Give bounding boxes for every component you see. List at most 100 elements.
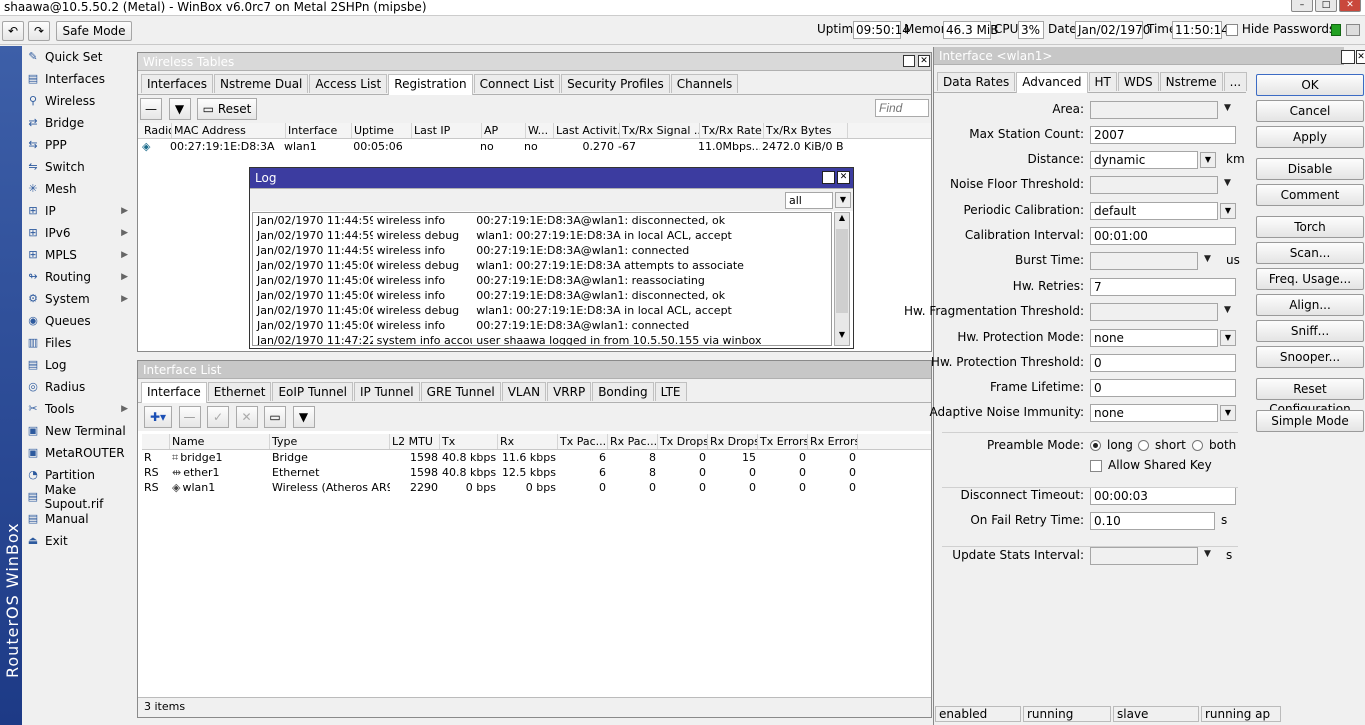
sidebar-item-wireless[interactable]: ⚲ Wireless — [22, 90, 136, 112]
restore-icon[interactable] — [903, 55, 915, 67]
column-header[interactable]: MAC Address — [172, 123, 286, 138]
log-entry[interactable]: Jan/02/1970 11:45:06 wireless info 00:27:1… — [253, 318, 831, 333]
input-cal-interval[interactable]: 00:01:00 — [1090, 227, 1236, 245]
tab-registration[interactable]: Registration — [388, 74, 473, 95]
column-header[interactable]: L2 MTU — [390, 434, 440, 449]
comment-button[interactable]: Comment — [1256, 184, 1364, 206]
log-entry[interactable]: Jan/02/1970 11:47:22system info accountu… — [253, 333, 831, 345]
enable-icon[interactable]: ✓ — [207, 406, 229, 428]
input-periodic-cal[interactable]: default — [1090, 202, 1218, 220]
sidebar-item-ip[interactable]: ⊞ IP ▶ — [22, 200, 136, 222]
input-hw-prot-thresh[interactable]: 0 — [1090, 354, 1236, 372]
reset-button[interactable]: ▭ Reset — [197, 98, 257, 120]
sidebar-item-new-terminal[interactable]: ▣ New Terminal — [22, 420, 136, 442]
input-max-station[interactable]: 2007 — [1090, 126, 1236, 144]
tab-ip-tunnel[interactable]: IP Tunnel — [354, 382, 420, 401]
sidebar-item-tools[interactable]: ✂ Tools ▶ — [22, 398, 136, 420]
table-row[interactable]: RS◈wlan1Wireless (Atheros AR9...22900 bp… — [142, 480, 931, 495]
hide-passwords-toggle[interactable]: Hide Passwords — [1226, 22, 1335, 36]
close-icon[interactable]: ✕ — [837, 171, 850, 184]
tab-nstreme-dual[interactable]: Nstreme Dual — [213, 74, 309, 93]
column-header[interactable] — [142, 434, 170, 449]
apply-button[interactable]: Apply — [1256, 126, 1364, 148]
sniff-button[interactable]: Sniff... — [1256, 320, 1364, 342]
radio-button[interactable] — [1192, 440, 1203, 451]
column-header[interactable]: Rx Pac... — [608, 434, 658, 449]
column-header[interactable]: Rx — [498, 434, 558, 449]
tab-advanced[interactable]: Advanced — [1016, 72, 1088, 93]
log-scrollbar[interactable]: ▲ ▼ — [834, 212, 850, 346]
input-hw-prot-mode[interactable]: none — [1090, 329, 1218, 347]
column-header[interactable]: Tx/Rx Rate — [700, 123, 764, 138]
disable-button[interactable]: Disable — [1256, 158, 1364, 180]
comment-icon[interactable]: ▭ — [264, 406, 286, 428]
sidebar-item-make-supout-rif[interactable]: ▤ Make Supout.rif — [22, 483, 136, 511]
input-update-stats[interactable] — [1090, 547, 1198, 565]
tab-vlan[interactable]: VLAN — [501, 382, 547, 401]
chevron-down-icon[interactable]: ▼ — [1224, 178, 1231, 188]
chevron-down-icon[interactable]: ▼ — [1220, 330, 1236, 346]
close-icon[interactable]: ✕ — [1339, 0, 1361, 12]
column-header[interactable]: Name — [170, 434, 270, 449]
sidebar-item-queues[interactable]: ◉ Queues — [22, 310, 136, 332]
scroll-up-icon[interactable]: ▲ — [835, 213, 849, 228]
tab-interfaces[interactable]: Interfaces — [141, 74, 213, 93]
column-header[interactable]: AP — [482, 123, 526, 138]
chevron-down-icon[interactable]: ▼ — [1220, 405, 1236, 421]
sidebar-item-mpls[interactable]: ⊞ MPLS ▶ — [22, 244, 136, 266]
scan-button[interactable]: Scan... — [1256, 242, 1364, 264]
disable-icon[interactable]: ✕ — [235, 406, 258, 428]
minimize-icon[interactable]: – — [1291, 0, 1313, 12]
sidebar-item-manual[interactable]: ▤ Manual — [22, 508, 136, 530]
column-header[interactable]: Rx Drops — [708, 434, 758, 449]
log-entry[interactable]: Jan/02/1970 11:45:06 wireless debug wlan1:… — [253, 258, 831, 273]
chevron-down-icon[interactable]: ▼ — [1220, 203, 1236, 219]
radio-button[interactable] — [1090, 440, 1101, 451]
sidebar-item-routing[interactable]: ↬ Routing ▶ — [22, 266, 136, 288]
preamble-option-short[interactable]: short — [1138, 438, 1186, 452]
filter-icon[interactable]: ▼ — [292, 406, 315, 428]
column-header[interactable]: Uptime — [352, 123, 412, 138]
minus-icon[interactable]: — — [140, 98, 162, 120]
input-burst-time[interactable] — [1090, 252, 1198, 270]
reset-configuration-button[interactable]: Reset Configuration — [1256, 378, 1364, 416]
log-entry[interactable]: Jan/02/1970 11:44:59 wireless info 00:27:1… — [253, 243, 831, 258]
tab-security-profiles[interactable]: Security Profiles — [561, 74, 670, 93]
chevron-down-icon[interactable]: ▼ — [1200, 152, 1216, 168]
input-area[interactable] — [1090, 101, 1218, 119]
input-distance[interactable]: dynamic — [1090, 151, 1198, 169]
radio-button[interactable] — [1138, 440, 1149, 451]
tab-access-list[interactable]: Access List — [309, 74, 388, 93]
column-header[interactable]: Last Activit... — [554, 123, 620, 138]
safe-mode-button[interactable]: Safe Mode — [56, 21, 132, 41]
tab-vrrp[interactable]: VRRP — [547, 382, 592, 401]
input-hw-frag[interactable] — [1090, 303, 1218, 321]
table-row[interactable]: RS ⇹ ether1 Ethernet 1598 40.8 kbps 12.5 kbps 6… — [142, 465, 931, 480]
allow-shared-key-checkbox[interactable] — [1090, 459, 1102, 472]
tab-eoip-tunnel[interactable]: EoIP Tunnel — [272, 382, 353, 401]
cancel-button[interactable]: Cancel — [1256, 100, 1364, 122]
preamble-option-long[interactable]: long — [1090, 438, 1133, 452]
restore-icon[interactable] — [822, 171, 835, 184]
tab--[interactable]: ... — [1223, 72, 1248, 91]
chevron-down-icon[interactable]: ▼ — [1204, 254, 1211, 264]
input-hw-retries[interactable]: 7 — [1090, 278, 1236, 296]
column-header[interactable]: Interface — [286, 123, 352, 138]
tab-lte[interactable]: LTE — [654, 382, 687, 401]
sidebar-item-radius[interactable]: ◎ Radius — [22, 376, 136, 398]
torch-button[interactable]: Torch — [1256, 216, 1364, 238]
undo-icon[interactable]: ↶ — [2, 21, 24, 41]
filter-icon[interactable]: ▼ — [168, 98, 191, 120]
sidebar-item-interfaces[interactable]: ▤ Interfaces — [22, 68, 136, 90]
sidebar-item-metarouter[interactable]: ▣ MetaROUTER — [22, 442, 136, 464]
chevron-down-icon[interactable]: ▼ — [1224, 103, 1231, 113]
column-header[interactable]: Type — [270, 434, 390, 449]
tab-channels[interactable]: Channels — [670, 74, 739, 93]
align-button[interactable]: Align... — [1256, 294, 1364, 316]
restore-icon[interactable] — [1341, 50, 1355, 64]
column-header[interactable]: Radio Name — [142, 123, 172, 138]
sidebar-item-system[interactable]: ⚙ System ▶ — [22, 288, 136, 310]
chevron-down-icon[interactable]: ▼ — [1224, 305, 1231, 315]
allow-shared-key-toggle[interactable]: Allow Shared Key — [1090, 458, 1212, 472]
input-disconnect-timeout[interactable]: 00:00:03 — [1090, 487, 1236, 505]
